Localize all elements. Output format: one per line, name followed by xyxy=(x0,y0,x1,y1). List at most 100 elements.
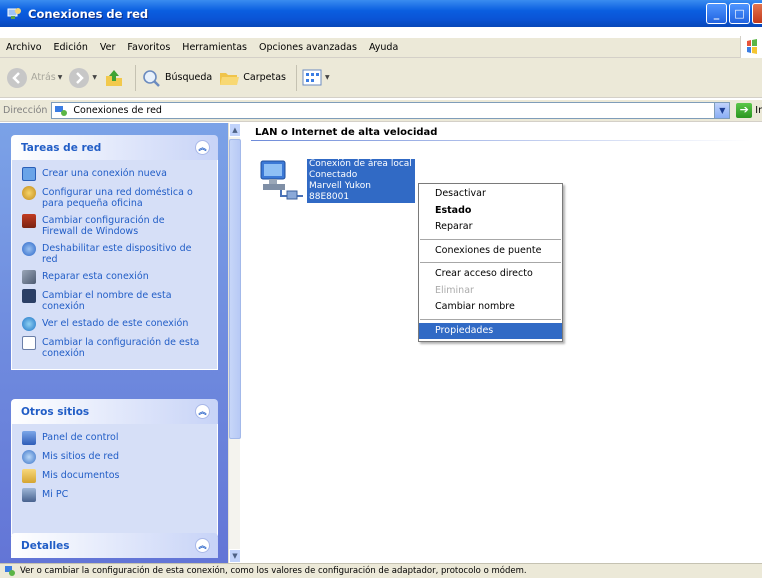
up-folder-icon xyxy=(105,69,122,86)
menu-item-desactivar[interactable]: Desactivar xyxy=(419,186,562,203)
windows-logo-icon xyxy=(740,36,762,60)
menu-item-estado[interactable]: Estado xyxy=(419,203,562,220)
up-folder-button[interactable] xyxy=(103,67,125,89)
other-places-title: Otros sitios xyxy=(21,405,90,418)
place-label: Panel de control xyxy=(42,432,119,443)
task-firewall[interactable]: Cambiar configuración de Firewall de Win… xyxy=(22,214,207,237)
chevron-down-icon[interactable]: ▼ xyxy=(325,74,330,81)
window-title: Conexiones de red xyxy=(28,6,149,21)
search-button[interactable]: Búsqueda xyxy=(140,67,212,89)
disable-device-icon xyxy=(22,242,36,256)
menu-separator xyxy=(420,318,561,320)
folders-button[interactable]: Carpetas xyxy=(218,67,286,89)
connection-device: Marvell Yukon 88E8001 xyxy=(307,181,415,203)
place-my-documents[interactable]: Mis documentos xyxy=(22,469,207,483)
address-input[interactable]: Conexiones de red ▼ xyxy=(51,102,731,119)
menu-item-crear-acceso-directo[interactable]: Crear acceso directo xyxy=(419,266,562,283)
network-connections-icon xyxy=(6,6,22,22)
menu-item-reparar[interactable]: Reparar xyxy=(419,219,562,236)
connection-name: Conexión de área local xyxy=(307,159,415,170)
group-divider xyxy=(251,140,751,141)
details-header[interactable]: Detalles ︽ xyxy=(11,533,218,558)
forward-button[interactable]: ▼ xyxy=(68,67,97,89)
menu-opciones-avanzadas[interactable]: Opciones avanzadas xyxy=(253,42,363,53)
toolbar-separator xyxy=(134,64,136,91)
title-bar[interactable]: Conexiones de red _ □ xyxy=(0,0,762,27)
menu-separator xyxy=(420,262,561,263)
task-pane-scrollbar[interactable]: ▲ ▼ xyxy=(228,123,241,563)
menu-herramientas[interactable]: Herramientas xyxy=(176,42,253,53)
menu-ayuda[interactable]: Ayuda xyxy=(363,42,404,53)
place-label: Mis sitios de red xyxy=(42,451,120,462)
place-my-computer[interactable]: Mi PC xyxy=(22,488,207,502)
chevron-down-icon[interactable]: ▼ xyxy=(58,74,63,81)
menu-item-eliminar: Eliminar xyxy=(435,284,474,296)
scrollbar-thumb[interactable] xyxy=(229,139,241,439)
network-tasks-header[interactable]: Tareas de red ︽ xyxy=(11,135,218,160)
documents-folder-icon xyxy=(22,469,36,483)
menu-edicion[interactable]: Edición xyxy=(48,42,94,53)
menu-item-conexiones-de-puente[interactable]: Conexiones de puente xyxy=(419,243,562,260)
task-repair[interactable]: Reparar esta conexión xyxy=(22,270,207,284)
task-disable-device[interactable]: Deshabilitar este dispositivo de red xyxy=(22,242,207,265)
details-title: Detalles xyxy=(21,539,70,552)
place-network-places[interactable]: Mis sitios de red xyxy=(22,450,207,464)
chevron-down-icon[interactable]: ▼ xyxy=(714,103,730,118)
network-tasks-title: Tareas de red xyxy=(21,141,102,154)
task-label: Crear una conexión nueva xyxy=(42,168,167,179)
place-label: Mis documentos xyxy=(42,470,120,481)
views-button[interactable]: ▼ xyxy=(301,67,330,89)
place-label: Mi PC xyxy=(42,489,69,500)
menu-item-propiedades[interactable]: Propiedades xyxy=(419,322,562,339)
status-bar: Ver o cambiar la configuración de esta c… xyxy=(0,563,762,578)
task-create-connection[interactable]: Crear una conexión nueva xyxy=(22,167,207,181)
menu-archivo[interactable]: Archivo xyxy=(0,42,48,53)
close-button[interactable] xyxy=(752,3,762,24)
collapse-icon[interactable]: ︽ xyxy=(195,538,210,553)
collapse-icon[interactable]: ︽ xyxy=(195,404,210,419)
folders-label: Carpetas xyxy=(243,72,286,83)
other-places-list: Panel de control Mis sitios de red Mis d… xyxy=(11,424,218,536)
back-label: Atrás xyxy=(31,72,56,83)
my-computer-icon xyxy=(22,488,36,502)
other-places-header[interactable]: Otros sitios ︽ xyxy=(11,399,218,424)
address-label: Dirección xyxy=(3,105,48,116)
task-change-settings[interactable]: Cambiar la configuración de esta conexió… xyxy=(22,336,207,359)
scroll-down-icon[interactable]: ▼ xyxy=(229,549,241,563)
network-connections-icon xyxy=(55,105,68,116)
maximize-button[interactable]: □ xyxy=(729,3,750,24)
collapse-icon[interactable]: ︽ xyxy=(195,140,210,155)
standard-toolbar: Atrás ▼ ▼ Búsqueda Carpetas ▼ xyxy=(0,58,762,98)
network-connections-icon xyxy=(5,566,15,576)
menu-ver[interactable]: Ver xyxy=(94,42,122,53)
back-button[interactable]: Atrás ▼ xyxy=(6,67,62,89)
task-rename[interactable]: Cambiar el nombre de esta conexión xyxy=(22,289,207,312)
task-view-status[interactable]: Ver el estado de este conexión xyxy=(22,317,207,331)
menu-bar: Archivo Edición Ver Favoritos Herramient… xyxy=(0,36,762,60)
go-button[interactable]: ➔ Ir xyxy=(736,103,762,118)
address-value: Conexiones de red xyxy=(73,105,162,116)
lan-connection-icon xyxy=(255,155,307,205)
go-arrow-icon: ➔ xyxy=(736,103,753,118)
menu-favoritos[interactable]: Favoritos xyxy=(121,42,176,53)
task-label: Cambiar la configuración de esta conexió… xyxy=(42,337,200,359)
connection-status: Conectado xyxy=(307,170,415,181)
new-connection-icon xyxy=(22,167,36,181)
local-area-connection-item[interactable]: Conexión de área local Conectado Marvell… xyxy=(255,155,415,205)
control-panel-icon xyxy=(22,431,36,445)
network-tasks-panel: Tareas de red ︽ Crear una conexión nueva… xyxy=(11,135,218,370)
task-pane: Tareas de red ︽ Crear una conexión nueva… xyxy=(0,123,228,563)
minimize-button[interactable]: _ xyxy=(706,3,727,24)
go-label: Ir xyxy=(755,105,762,116)
rename-icon xyxy=(22,289,36,303)
place-control-panel[interactable]: Panel de control xyxy=(22,431,207,445)
menu-item-cambiar-nombre[interactable]: Cambiar nombre xyxy=(419,299,562,316)
toolbar-separator xyxy=(295,64,297,91)
views-icon xyxy=(302,69,322,85)
status-text: Ver o cambiar la configuración de esta c… xyxy=(20,566,527,576)
group-header: LAN o Internet de alta velocidad xyxy=(255,127,438,138)
scroll-up-icon[interactable]: ▲ xyxy=(229,123,241,137)
task-label: Deshabilitar este dispositivo de red xyxy=(42,243,192,265)
task-home-network[interactable]: Configurar una red doméstica o para pequ… xyxy=(22,186,207,209)
chevron-down-icon[interactable]: ▼ xyxy=(92,74,97,81)
